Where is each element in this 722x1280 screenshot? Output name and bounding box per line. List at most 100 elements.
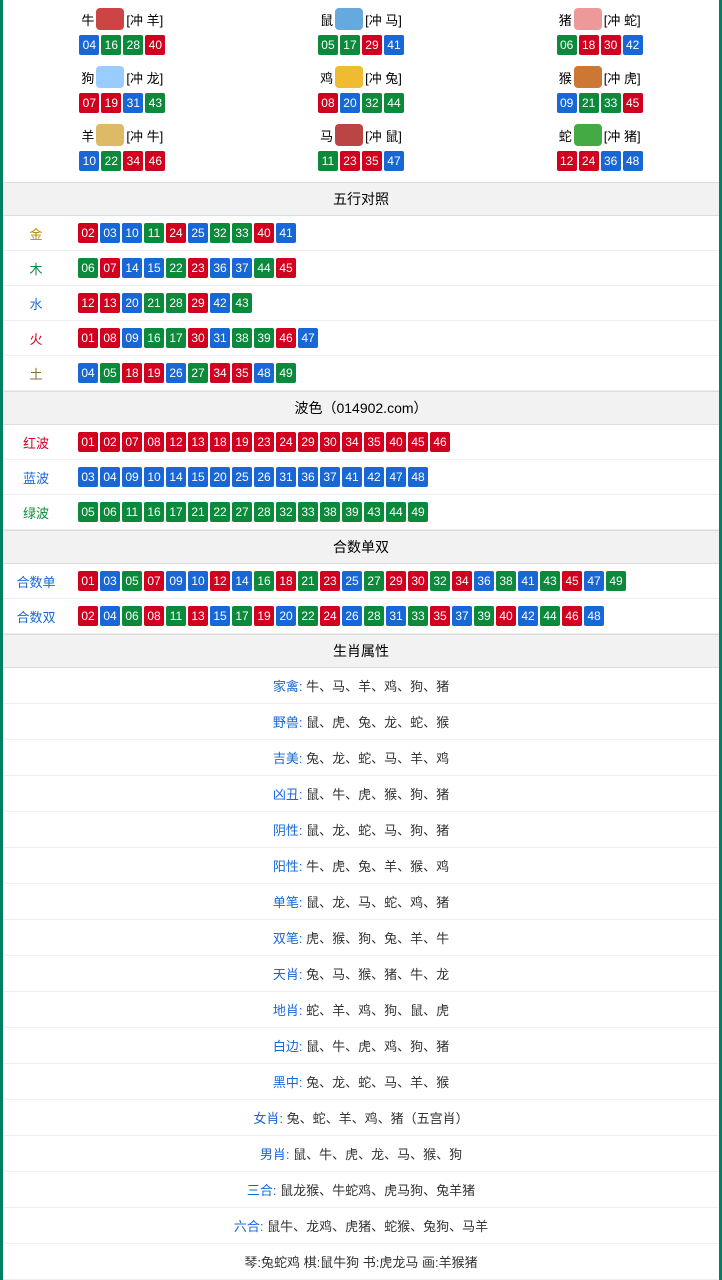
- zodiac-icon: [96, 66, 124, 88]
- number-ball: 14: [232, 571, 252, 591]
- number-ball: 46: [276, 328, 296, 348]
- number-ball: 37: [320, 467, 340, 487]
- zodiac-numbers: 11233547: [242, 150, 481, 172]
- number-ball: 26: [342, 606, 362, 626]
- attr-label: 白边:: [273, 1039, 306, 1054]
- attr-row: 吉美: 兔、龙、蛇、马、羊、鸡: [3, 740, 719, 776]
- number-ball: 23: [188, 258, 208, 278]
- number-ball: 17: [166, 328, 186, 348]
- number-ball: 19: [101, 93, 121, 113]
- number-ball: 26: [254, 467, 274, 487]
- attr-label: 女肖:: [253, 1111, 286, 1126]
- attr-label: 六合:: [234, 1219, 267, 1234]
- number-ball: 04: [78, 363, 98, 383]
- zodiac-icon: [574, 124, 602, 146]
- number-ball: 27: [232, 502, 252, 522]
- zodiac-clash: [冲 羊]: [126, 10, 163, 29]
- number-ball: 28: [166, 293, 186, 313]
- attr-value: 兔、马、猴、猪、牛、龙: [306, 967, 449, 982]
- number-ball: 32: [362, 93, 382, 113]
- number-ball: 34: [210, 363, 230, 383]
- number-ball: 16: [144, 328, 164, 348]
- zodiac-name: 猪: [559, 10, 572, 29]
- number-ball: 31: [386, 606, 406, 626]
- zodiac-cell: 猪[冲 蛇]06183042: [480, 4, 719, 62]
- number-ball: 09: [122, 467, 142, 487]
- number-ball: 43: [145, 93, 165, 113]
- attr-label: 男肖:: [260, 1147, 293, 1162]
- attr-label: 黑中:: [273, 1075, 306, 1090]
- attr-row: 凶丑: 鼠、牛、虎、猴、狗、猪: [3, 776, 719, 812]
- number-ball: 06: [557, 35, 577, 55]
- zodiac-icon: [96, 124, 124, 146]
- number-ball: 08: [144, 606, 164, 626]
- number-ball: 23: [320, 571, 340, 591]
- number-ball: 43: [232, 293, 252, 313]
- number-ball: 12: [557, 151, 577, 171]
- zodiac-clash: [冲 鼠]: [365, 126, 402, 145]
- number-ball: 19: [254, 606, 274, 626]
- number-ball: 37: [232, 258, 252, 278]
- number-ball: 48: [254, 363, 274, 383]
- zodiac-icon: [335, 124, 363, 146]
- attr-value: 牛、虎、兔、羊、猴、鸡: [306, 859, 449, 874]
- number-ball: 35: [430, 606, 450, 626]
- number-ball: 21: [579, 93, 599, 113]
- zodiac-numbers: 07193143: [3, 92, 242, 114]
- number-ball: 12: [210, 571, 230, 591]
- number-ball: 42: [364, 467, 384, 487]
- number-ball: 01: [78, 432, 98, 452]
- number-ball: 04: [100, 467, 120, 487]
- number-ball: 39: [342, 502, 362, 522]
- zodiac-clash: [冲 猪]: [604, 126, 641, 145]
- number-ball: 31: [276, 467, 296, 487]
- number-ball: 33: [408, 606, 428, 626]
- number-ball: 47: [584, 571, 604, 591]
- zodiac-icon: [96, 8, 124, 30]
- number-ball: 47: [384, 151, 404, 171]
- number-ball: 28: [123, 35, 143, 55]
- number-ball: 20: [210, 467, 230, 487]
- number-ball: 10: [188, 571, 208, 591]
- zodiac-name: 马: [320, 126, 333, 145]
- zodiac-icon: [574, 8, 602, 30]
- heshu-table: 合数单0103050709101214161821232527293032343…: [3, 564, 719, 634]
- bose-header: 波色（014902.com）: [3, 391, 719, 425]
- row-numbers: 1213202128294243: [69, 286, 719, 321]
- number-ball: 15: [188, 467, 208, 487]
- attr-value: 兔、龙、蛇、马、羊、猴: [306, 1075, 449, 1090]
- table-row: 金02031011242532334041: [3, 216, 719, 251]
- row-numbers: 0103050709101214161821232527293032343638…: [69, 564, 719, 599]
- number-ball: 04: [79, 35, 99, 55]
- number-ball: 05: [100, 363, 120, 383]
- zodiac-name: 鸡: [320, 68, 333, 87]
- attr-label: 阳性:: [273, 859, 306, 874]
- zodiac-name: 猴: [559, 68, 572, 87]
- number-ball: 29: [386, 571, 406, 591]
- row-numbers: 03040910141520252631363741424748: [69, 460, 719, 495]
- number-ball: 30: [188, 328, 208, 348]
- number-ball: 06: [100, 502, 120, 522]
- number-ball: 09: [166, 571, 186, 591]
- zodiac-name: 羊: [81, 126, 94, 145]
- number-ball: 41: [518, 571, 538, 591]
- number-ball: 27: [188, 363, 208, 383]
- zodiac-clash: [冲 兔]: [365, 68, 402, 87]
- number-ball: 30: [408, 571, 428, 591]
- attr-value: 鼠龙猴、牛蛇鸡、虎马狗、兔羊猪: [280, 1183, 475, 1198]
- zodiac-cell: 猴[冲 虎]09213345: [480, 62, 719, 120]
- number-ball: 36: [298, 467, 318, 487]
- number-ball: 02: [100, 432, 120, 452]
- number-ball: 22: [210, 502, 230, 522]
- zodiac-name: 牛: [81, 10, 94, 29]
- row-label: 合数单: [3, 564, 69, 599]
- number-ball: 39: [254, 328, 274, 348]
- number-ball: 33: [298, 502, 318, 522]
- number-ball: 41: [384, 35, 404, 55]
- main-frame: 牛[冲 羊]04162840鼠[冲 马]05172941猪[冲 蛇]061830…: [0, 0, 722, 1280]
- heshu-header: 合数单双: [3, 530, 719, 564]
- number-ball: 40: [386, 432, 406, 452]
- attr-row: 家禽: 牛、马、羊、鸡、狗、猪: [3, 668, 719, 704]
- number-ball: 48: [584, 606, 604, 626]
- number-ball: 12: [166, 432, 186, 452]
